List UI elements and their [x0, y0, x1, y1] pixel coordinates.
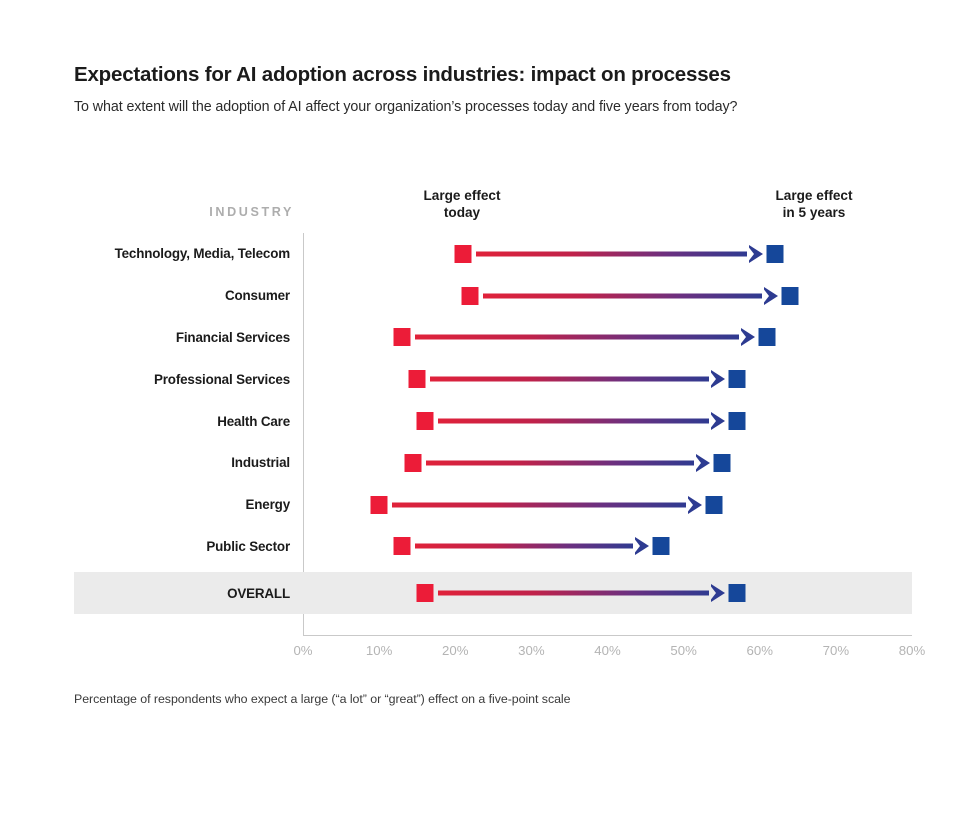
row-label-overall: OVERALL	[227, 585, 290, 601]
row-label-technology-media-telecom: Technology, Media, Telecom	[114, 246, 291, 262]
marker-future	[766, 244, 784, 263]
marker-today	[416, 584, 434, 603]
row-label-financial-services: Financial Services	[175, 329, 290, 345]
table-row: Professional Services	[74, 358, 912, 400]
table-row: Financial Services	[74, 317, 912, 359]
arrow-shaft	[475, 251, 750, 257]
header: Expectations for AI adoption across indu…	[74, 62, 924, 116]
arrow-shaft	[483, 293, 766, 299]
marker-future	[713, 453, 731, 472]
page-subtitle: To what extent will the adoption of AI a…	[74, 98, 738, 115]
x-axis-tick-label: 10%	[365, 643, 393, 658]
chart-area: INDUSTRY Large effect today Large effect…	[74, 188, 912, 636]
marker-today	[416, 412, 434, 431]
marker-future	[758, 328, 776, 347]
arrow-shaft	[414, 543, 636, 549]
table-row: Public Sector	[74, 526, 912, 568]
arrow-shaft	[392, 502, 690, 508]
marker-future	[781, 286, 799, 305]
x-axis-tick-label: 30%	[518, 643, 545, 658]
row-track	[303, 572, 912, 614]
table-row: Energy	[74, 484, 912, 526]
row-track	[303, 317, 912, 359]
arrow-notch	[762, 286, 770, 305]
row-label-health-care: Health Care	[217, 413, 290, 429]
arrow-notch	[686, 495, 694, 514]
row-track	[303, 442, 912, 484]
table-row: Consumer	[74, 275, 912, 317]
chart-page: Expectations for AI adoption across indu…	[0, 0, 960, 828]
x-axis-tick-label: 40%	[594, 643, 621, 658]
marker-today	[454, 244, 472, 263]
marker-today	[393, 537, 411, 556]
row-track	[303, 400, 912, 442]
marker-future	[728, 412, 746, 431]
arrow-shaft	[414, 334, 743, 340]
industry-column-header: INDUSTRY	[209, 205, 294, 219]
footnote: Percentage of respondents who expect a l…	[74, 692, 571, 706]
arrow-shaft	[437, 590, 712, 596]
arrow-notch	[693, 453, 701, 472]
row-label-public-sector: Public Sector	[206, 538, 290, 554]
marker-future	[652, 537, 670, 556]
x-axis-tick-label: 20%	[442, 643, 469, 658]
table-row: Industrial	[74, 442, 912, 484]
arrow-shaft	[437, 418, 712, 424]
column-header-today: Large effect today	[423, 188, 501, 220]
row-track	[303, 484, 912, 526]
arrow-notch	[746, 244, 754, 263]
x-axis-tick-label: 50%	[670, 643, 697, 658]
arrow-shaft	[426, 460, 697, 466]
row-track	[303, 358, 912, 400]
arrow-notch	[739, 328, 747, 347]
row-label-consumer: Consumer	[224, 288, 290, 304]
x-axis-tick-label: 0%	[293, 643, 313, 658]
table-row: OVERALL	[74, 572, 912, 615]
row-label-industrial: Industrial	[231, 455, 290, 471]
table-row: Technology, Media, Telecom	[74, 233, 912, 275]
marker-future	[705, 495, 723, 514]
page-title: Expectations for AI adoption across indu…	[74, 63, 731, 86]
column-header-future: Large effect in 5 years	[775, 188, 853, 220]
x-axis-tick-label: 80%	[898, 643, 926, 658]
marker-today	[404, 453, 422, 472]
arrow-notch	[708, 584, 716, 603]
table-row: Health Care	[74, 400, 912, 442]
row-label-professional-services: Professional Services	[153, 371, 290, 387]
marker-today	[393, 328, 411, 347]
marker-today	[461, 286, 479, 305]
row-track	[303, 233, 912, 275]
marker-today	[370, 495, 388, 514]
x-axis-tick-label: 60%	[746, 643, 773, 658]
row-track	[303, 275, 912, 317]
marker-future	[728, 370, 746, 389]
row-label-energy: Energy	[245, 497, 291, 513]
plot-rows: Technology, Media, Telecom Consumer Financ…	[74, 233, 912, 636]
x-axis: 0% 10% 20% 30% 40% 50% 60% 70% 80%	[293, 643, 926, 667]
arrow-notch	[708, 412, 716, 431]
marker-today	[408, 370, 426, 389]
row-track	[303, 526, 912, 568]
arrow-notch	[708, 370, 716, 389]
arrow-notch	[632, 537, 640, 556]
marker-future	[728, 584, 746, 603]
arrow-shaft	[430, 376, 712, 382]
x-axis-tick-label: 70%	[822, 643, 850, 658]
